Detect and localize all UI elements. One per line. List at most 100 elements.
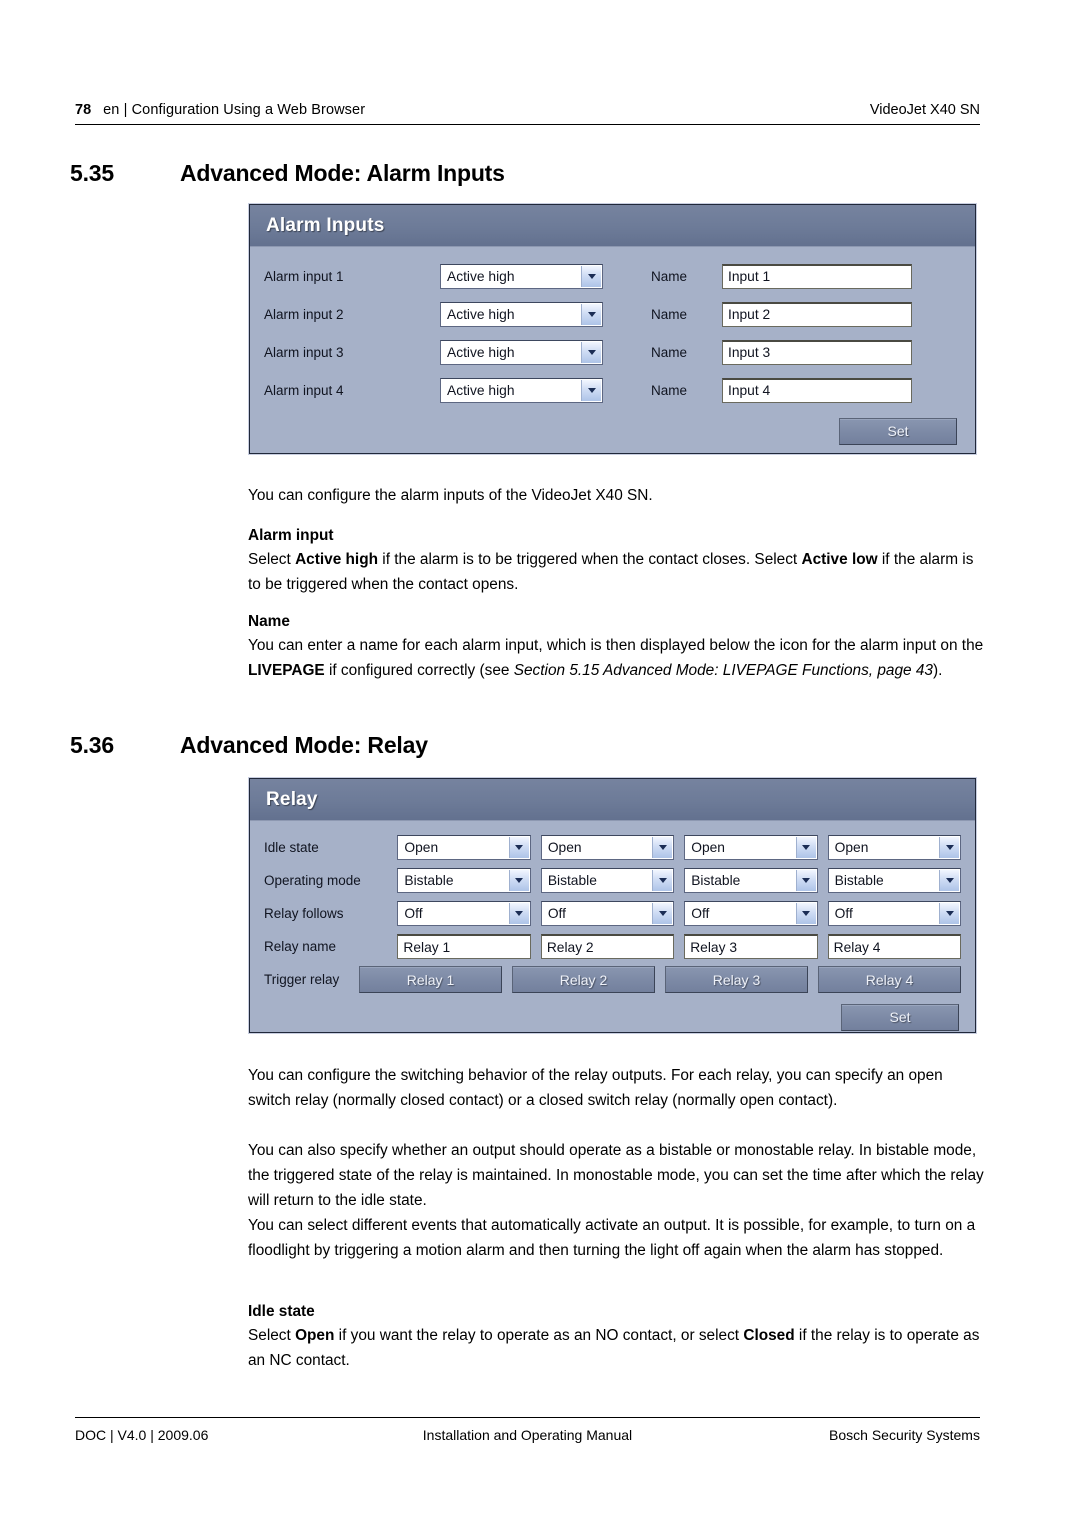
alarm-inputs-panel-title: Alarm Inputs (250, 205, 975, 247)
chevron-down-icon[interactable] (581, 303, 601, 325)
footer-company: Bosch Security Systems (829, 1427, 980, 1443)
txt-frag: if configured correctly (see (324, 661, 514, 679)
running-header: 78 en | Configuration Using a Web Browse… (75, 98, 980, 122)
relay-2-follows-select[interactable]: Off (540, 901, 675, 926)
relay-1-follows-select[interactable]: Off (397, 901, 531, 926)
chevron-down-icon[interactable] (939, 903, 960, 924)
alarm-input-paragraph: Select Active high if the alarm is to be… (248, 548, 988, 598)
relay-3-name-field[interactable]: Relay 3 (684, 934, 818, 959)
txt-frag: You can enter a name for each alarm inpu… (248, 637, 984, 654)
relay-4-name-value: Relay 4 (833, 939, 881, 955)
alarm-input-3-mode-select[interactable]: Active high (440, 339, 603, 365)
alarm-input-2-mode-value: Active high (447, 306, 515, 322)
relay-idle-state-row: Idle state Open Open Open Open (264, 831, 962, 864)
chevron-down-icon[interactable] (581, 265, 601, 287)
alarm-input-4-mode-value: Active high (447, 382, 515, 398)
relay-name-label: Relay name (264, 939, 337, 954)
txt-frag-bold: Active low (801, 551, 878, 568)
chevron-down-icon[interactable] (652, 870, 673, 891)
relay-2-operating-mode-value: Bistable (547, 873, 597, 888)
relay-3-follows-value: Off (691, 906, 710, 921)
relay-2-name-field[interactable]: Relay 2 (540, 934, 675, 959)
alarm-inputs-set-button[interactable]: Set (839, 417, 957, 445)
relay-4-idle-state-select[interactable]: Open (827, 835, 962, 860)
cross-reference: Section 5.15 Advanced Mode: LIVEPAGE Fun… (513, 661, 933, 679)
relay-2-idle-state-select[interactable]: Open (540, 835, 675, 860)
chevron-down-icon[interactable] (652, 903, 673, 924)
txt-frag-bold: Open (295, 1327, 335, 1344)
relay-1-operating-mode-select[interactable]: Bistable (397, 868, 531, 893)
alarm-input-2-name-value: Input 2 (728, 307, 771, 322)
alarm-input-1-label: Alarm input 1 (264, 268, 344, 284)
relay-1-name-field[interactable]: Relay 1 (397, 934, 531, 959)
relay-2-operating-mode-select[interactable]: Bistable (540, 868, 675, 893)
alarm-input-2-name-field[interactable]: Input 2 (722, 301, 912, 327)
footer-doc-info: DOC | V4.0 | 2009.06 (75, 1427, 209, 1443)
txt-frag-bold: Active high (295, 551, 379, 568)
chevron-down-icon[interactable] (795, 837, 816, 858)
txt-frag: Select (248, 1327, 296, 1344)
chevron-down-icon[interactable] (581, 379, 601, 401)
relay-1-name-value: Relay 1 (403, 939, 451, 955)
trigger-relay-4-button[interactable]: Relay 4 (818, 966, 961, 993)
section-heading-536: 5.36 Advanced Mode: Relay (0, 732, 1080, 759)
alarm-input-2-mode-select[interactable]: Active high (440, 301, 603, 327)
relay-3-operating-mode-select[interactable]: Bistable (684, 868, 818, 893)
relay-operating-mode-label: Operating mode (264, 873, 361, 888)
relay-4-operating-mode-select[interactable]: Bistable (827, 868, 962, 893)
alarm-input-4-name-label: Name (651, 382, 688, 398)
chevron-down-icon[interactable] (508, 870, 529, 891)
chevron-down-icon[interactable] (508, 903, 529, 924)
relay-4-follows-value: Off (834, 906, 853, 921)
alarm-input-4-name-field[interactable]: Input 4 (722, 377, 912, 403)
chevron-down-icon[interactable] (508, 837, 529, 858)
relay-1-idle-state-select[interactable]: Open (397, 835, 531, 860)
alarm-input-3-name-field[interactable]: Input 3 (722, 339, 912, 365)
alarm-input-row: Alarm input 4 Active high Name Input 4 (264, 371, 961, 409)
trigger-relay-1-button[interactable]: Relay 1 (359, 966, 502, 993)
relay-3-idle-state-select[interactable]: Open (684, 835, 818, 860)
trigger-relay-3-button[interactable]: Relay 3 (665, 966, 808, 993)
chevron-down-icon[interactable] (939, 870, 960, 891)
relay-follows-row: Relay follows Off Off Off Off (264, 897, 962, 930)
trigger-relay-2-button[interactable]: Relay 2 (512, 966, 655, 993)
footer-rule (75, 1417, 980, 1418)
idle-state-subheading: Idle state (248, 1303, 315, 1320)
txt-frag: if the alarm is to be triggered when the… (378, 551, 802, 568)
chevron-down-icon[interactable] (581, 341, 601, 363)
alarm-input-3-name-value: Input 3 (728, 345, 771, 360)
footer-manual-title: Installation and Operating Manual (422, 1427, 633, 1443)
alarm-input-1-name-field[interactable]: Input 1 (722, 263, 912, 289)
alarm-intro-paragraph: You can configure the alarm inputs of th… (248, 487, 653, 504)
alarm-input-subheading: Alarm input (248, 527, 334, 544)
name-paragraph: You can enter a name for each alarm inpu… (248, 634, 988, 684)
relay-3-idle-state-value: Open (691, 840, 725, 855)
section-title: Advanced Mode: Relay (180, 732, 428, 758)
relay-3-name-value: Relay 3 (690, 939, 737, 955)
relay-4-follows-select[interactable]: Off (827, 901, 962, 926)
alarm-input-1-name-value: Input 1 (728, 269, 771, 284)
relay-3-follows-select[interactable]: Off (684, 901, 818, 926)
section-title: Advanced Mode: Alarm Inputs (180, 160, 505, 186)
trigger-relay-label: Trigger relay (264, 972, 340, 987)
chevron-down-icon[interactable] (652, 837, 673, 858)
name-subheading: Name (248, 613, 290, 630)
relay-2-idle-state-value: Open (547, 840, 582, 855)
alarm-input-3-name-label: Name (651, 344, 688, 360)
page-footer: DOC | V4.0 | 2009.06 Installation and Op… (75, 1423, 980, 1447)
alarm-inputs-panel-body: Alarm input 1 Active high Name Input 1 A… (250, 247, 975, 465)
chevron-down-icon[interactable] (939, 837, 960, 858)
txt-frag-bold: LIVEPAGE (248, 661, 325, 679)
chevron-down-icon[interactable] (795, 903, 816, 924)
alarm-input-2-name-label: Name (651, 306, 688, 322)
alarm-inputs-panel: Alarm Inputs Alarm input 1 Active high N… (249, 204, 976, 454)
relay-set-button[interactable]: Set (841, 1003, 959, 1031)
relay-operating-mode-row: Operating mode Bistable Bistable Bistabl… (264, 864, 962, 897)
chevron-down-icon[interactable] (795, 870, 816, 891)
alarm-input-1-mode-select[interactable]: Active high (440, 263, 603, 289)
txt-frag: Select (248, 551, 296, 568)
relay-panel-title: Relay (250, 779, 975, 821)
relay-4-operating-mode-value: Bistable (834, 873, 884, 888)
alarm-input-4-mode-select[interactable]: Active high (440, 377, 603, 403)
relay-4-name-field[interactable]: Relay 4 (827, 934, 962, 959)
